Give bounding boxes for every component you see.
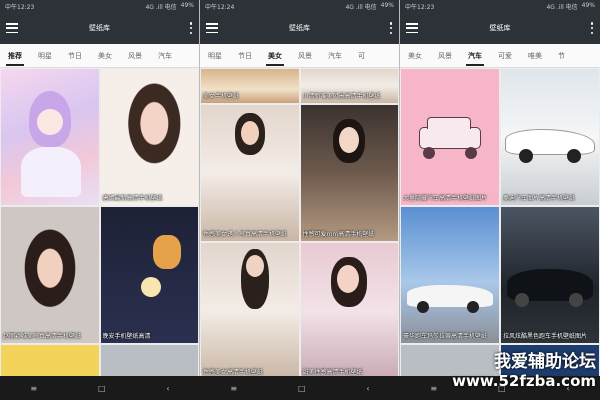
app-title: 壁纸库 xyxy=(289,24,310,32)
home-nav-icon[interactable]: □ xyxy=(98,384,106,393)
back-nav-icon[interactable]: ‹ xyxy=(566,384,569,393)
tab-beauty[interactable]: 美女 xyxy=(400,44,430,67)
status-battery: 49% xyxy=(180,1,194,9)
tab-beauty[interactable]: 美女 xyxy=(90,44,120,67)
menu-nav-icon[interactable]: ≡ xyxy=(230,384,237,393)
tab-recommend[interactable]: 推荐 xyxy=(0,44,30,67)
wallpaper-caption: 美女手机壁纸 xyxy=(203,93,240,100)
category-tabs: 明星 节日 美女 风景 汽车 可 xyxy=(200,44,399,68)
wallpaper-caption: 性感美女高清手机壁纸 xyxy=(203,369,264,376)
hamburger-menu-icon[interactable] xyxy=(406,23,418,33)
status-bar: 中午12:23 4G .ill 电信 49% xyxy=(400,0,600,12)
app-bar: 壁纸库 xyxy=(400,12,600,44)
wallpaper-caption: 拉风炫酷黑色跑车手机壁纸图片 xyxy=(503,333,588,340)
wallpaper-caption: 豪华跑车玛莎拉蒂高清手机壁纸 xyxy=(403,333,488,340)
system-nav-bar: ≡ □ ‹ ≡ □ ‹ ≡ □ ‹ xyxy=(0,376,600,400)
tab-festival[interactable]: 节日 xyxy=(230,44,260,67)
screenshot-stage: 中午12:23 4G .ill 电信 49% 壁纸库 推荐 明星 节日 美女 风… xyxy=(0,0,600,400)
app-bar: 壁纸库 xyxy=(0,12,199,44)
phone-screen-recommend: 中午12:23 4G .ill 电信 49% 壁纸库 推荐 明星 节日 美女 风… xyxy=(0,0,200,376)
wallpaper-card[interactable]: 豪华跑车玛莎拉蒂高清手机壁纸 xyxy=(401,207,499,343)
more-options-icon[interactable] xyxy=(590,22,594,34)
hamburger-menu-icon[interactable] xyxy=(206,23,218,33)
status-battery: 49% xyxy=(380,1,394,9)
phone-screen-cars: 中午12:23 4G .ill 电信 49% 壁纸库 美女 风景 汽车 可爱 唯… xyxy=(400,0,600,376)
back-nav-icon[interactable]: ‹ xyxy=(166,384,169,393)
wallpaper-caption: 性感可爱mm高清手机壁纸 xyxy=(302,231,375,238)
tab-cars[interactable]: 汽车 xyxy=(460,44,490,67)
wallpaper-caption: 唐嫣最新高清手机壁纸 xyxy=(102,195,163,202)
nav-segment: ≡ □ ‹ xyxy=(400,376,600,400)
tab-aesthetic[interactable]: 唯美 xyxy=(520,44,550,67)
status-carrier: 4G .ill 电信 xyxy=(345,3,377,11)
wallpaper-caption: 晚安手机壁纸高清 xyxy=(102,333,151,340)
menu-nav-icon[interactable]: ≡ xyxy=(430,384,437,393)
wallpaper-grid: 美女手机壁纸 小清新唯美风景高清手机壁纸 性感美女诱人写真高清手机壁纸 性感可爱… xyxy=(200,68,399,376)
status-bar: 中午12:24 4G .ill 电信 49% xyxy=(200,0,399,12)
tab-cute[interactable]: 可 xyxy=(350,44,373,67)
wallpaper-card[interactable]: 美女手机壁纸 xyxy=(201,69,299,103)
tab-cars[interactable]: 汽车 xyxy=(320,44,350,67)
wallpaper-card[interactable]: 拉风炫酷黑色跑车手机壁纸图片 xyxy=(501,207,599,343)
hamburger-menu-icon[interactable] xyxy=(6,23,18,33)
home-nav-icon[interactable]: □ xyxy=(298,384,306,393)
wallpaper-caption: 小清新唯美风景高清手机壁纸 xyxy=(302,93,381,100)
tab-celebrity[interactable]: 明星 xyxy=(30,44,60,67)
wallpaper-caption: 奥迪汽车图片高清手机壁纸 xyxy=(503,195,576,202)
more-options-icon[interactable] xyxy=(189,22,193,34)
wallpaper-card[interactable]: 奥迪汽车图片高清手机壁纸 xyxy=(501,69,599,205)
tab-festival[interactable]: 节日 xyxy=(60,44,90,67)
app-title: 壁纸库 xyxy=(489,24,511,32)
wallpaper-card[interactable]: 赵丽颖唯美写真高清手机壁纸 xyxy=(1,207,99,343)
wallpaper-card[interactable]: 性感可爱mm高清手机壁纸 xyxy=(300,105,398,241)
status-time: 中午12:23 xyxy=(405,3,435,11)
phone-screen-beauty: 中午12:24 4G .ill 电信 49% 壁纸库 明星 节日 美女 风景 汽… xyxy=(200,0,400,376)
tab-scenery[interactable]: 风景 xyxy=(430,44,460,67)
wallpaper-card[interactable] xyxy=(401,345,499,376)
status-battery: 49% xyxy=(581,1,595,9)
menu-nav-icon[interactable]: ≡ xyxy=(30,384,37,393)
wallpaper-card[interactable] xyxy=(1,69,99,205)
tab-celebrity[interactable]: 明星 xyxy=(200,44,230,67)
back-nav-icon[interactable]: ‹ xyxy=(366,384,369,393)
wallpaper-card[interactable]: 甜美性感高清手机壁纸 xyxy=(300,243,398,376)
wallpaper-caption: 性感美女诱人写真高清手机壁纸 xyxy=(203,231,288,238)
category-tabs: 美女 风景 汽车 可爱 唯美 节 xyxy=(400,44,600,68)
tab-scenery[interactable]: 风景 xyxy=(290,44,320,67)
wallpaper-card[interactable] xyxy=(1,345,99,376)
tab-cars[interactable]: 汽车 xyxy=(150,44,180,67)
tab-festival[interactable]: 节 xyxy=(550,44,573,67)
nav-segment: ≡ □ ‹ xyxy=(0,376,200,400)
wallpaper-caption: 甜美性感高清手机壁纸 xyxy=(302,369,363,376)
wallpaper-card[interactable]: 性感美女高清手机壁纸 xyxy=(201,243,299,376)
wallpaper-card[interactable] xyxy=(100,345,198,376)
tab-beauty[interactable]: 美女 xyxy=(260,44,290,67)
status-bar: 中午12:23 4G .ill 电信 49% xyxy=(0,0,199,12)
wallpaper-grid: 唐嫣最新高清手机壁纸 赵丽颖唯美写真高清手机壁纸 晚安手机壁纸高清 xyxy=(0,68,199,376)
wallpaper-card[interactable]: 唐嫣最新高清手机壁纸 xyxy=(100,69,198,205)
more-options-icon[interactable] xyxy=(389,22,393,34)
wallpaper-caption: 大量隐藏汽车高清手机壁纸图片 xyxy=(403,195,488,202)
wallpaper-grid: 大量隐藏汽车高清手机壁纸图片 奥迪汽车图片高清手机壁纸 豪华跑车玛莎拉蒂高清手机… xyxy=(400,68,600,376)
wallpaper-card[interactable]: 大量隐藏汽车高清手机壁纸图片 xyxy=(401,69,499,205)
home-nav-icon[interactable]: □ xyxy=(498,384,506,393)
category-tabs: 推荐 明星 节日 美女 风景 汽车 xyxy=(0,44,199,68)
nav-segment: ≡ □ ‹ xyxy=(200,376,400,400)
tab-cute[interactable]: 可爱 xyxy=(490,44,520,67)
tab-scenery[interactable]: 风景 xyxy=(120,44,150,67)
wallpaper-card[interactable]: 晚安手机壁纸高清 xyxy=(100,207,198,343)
app-bar: 壁纸库 xyxy=(200,12,399,44)
status-time: 中午12:23 xyxy=(5,3,35,11)
wallpaper-card[interactable]: 性感美女诱人写真高清手机壁纸 xyxy=(201,105,299,241)
wallpaper-caption: 赵丽颖唯美写真高清手机壁纸 xyxy=(3,333,82,340)
status-carrier: 4G .ill 电信 xyxy=(546,3,578,11)
status-carrier: 4G .ill 电信 xyxy=(145,3,177,11)
wallpaper-card[interactable] xyxy=(501,345,599,376)
wallpaper-card[interactable]: 小清新唯美风景高清手机壁纸 xyxy=(300,69,398,103)
app-title: 壁纸库 xyxy=(89,24,110,32)
status-time: 中午12:24 xyxy=(205,3,235,11)
